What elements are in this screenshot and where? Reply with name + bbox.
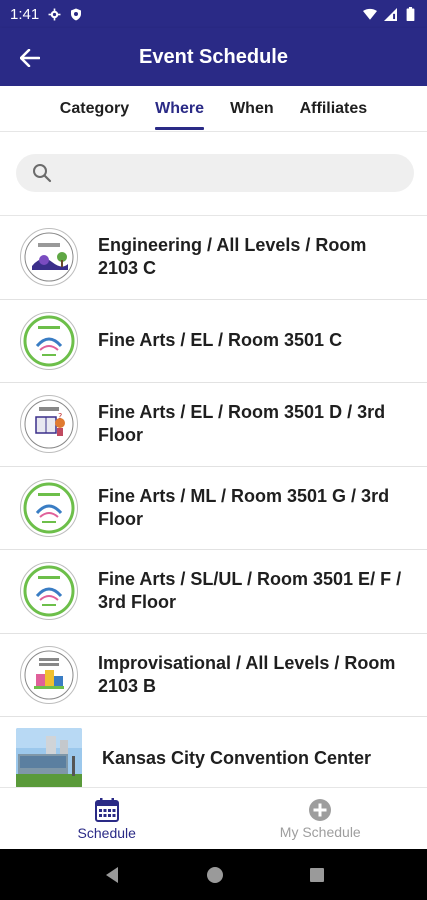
flip-the-script-badge-icon xyxy=(20,478,78,537)
system-home-icon[interactable] xyxy=(206,866,224,884)
location-label: Improvisational / All Levels / Room 2103… xyxy=(98,652,396,696)
location-label: Engineering / All Levels / Room 2103 C xyxy=(98,235,367,279)
system-back-icon[interactable] xyxy=(103,866,121,884)
tab-where[interactable]: Where xyxy=(142,86,217,132)
location-label: Fine Arts / EL / Room 3501 D / 3rd Floor xyxy=(98,402,386,446)
list-item[interactable]: Fine Arts / ML / Room 3501 G / 3rd Floor xyxy=(0,467,427,550)
battery-icon xyxy=(403,7,417,21)
list-item[interactable]: Engineering / All Levels / Room 2103 C xyxy=(0,216,427,300)
tab-affiliates[interactable]: Affiliates xyxy=(287,86,381,132)
nav-schedule-label: Schedule xyxy=(77,824,136,841)
location-label: Fine Arts / EL / Room 3501 C xyxy=(98,330,343,351)
wifi-icon xyxy=(363,7,377,21)
nav-my-schedule[interactable]: My Schedule xyxy=(214,788,427,849)
arrow-back-icon xyxy=(20,49,40,67)
list-item[interactable]: ? Fine Arts / EL / Room 3501 D / 3rd Flo… xyxy=(0,383,427,467)
status-time: 1:41 xyxy=(10,5,40,23)
add-circle-icon xyxy=(309,798,332,821)
convention-center-photo xyxy=(16,728,82,787)
back-button[interactable] xyxy=(14,42,46,74)
list-item[interactable]: Fine Arts / SL/UL / Room 3501 E/ F / 3rd… xyxy=(0,550,427,634)
roll-with-it-badge-icon xyxy=(20,228,78,287)
location-list: Engineering / All Levels / Room 2103 C F… xyxy=(0,215,427,787)
calendar-icon xyxy=(94,797,119,822)
system-nav-bar xyxy=(0,849,427,900)
list-item[interactable]: Improvisational / All Levels / Room 2103… xyxy=(0,634,427,717)
filter-tabs: Category Where When Affiliates xyxy=(0,86,427,132)
list-item[interactable]: Fine Arts / EL / Room 3501 C xyxy=(0,300,427,383)
bottom-nav: Schedule My Schedule xyxy=(0,787,427,849)
location-label: Fine Arts / SL/UL / Room 3501 E/ F / 3rd… xyxy=(98,569,402,613)
tricky-tales-badge-icon: ? xyxy=(20,395,78,454)
nav-my-schedule-label: My Schedule xyxy=(279,823,361,840)
system-recents-icon[interactable] xyxy=(309,867,325,883)
flip-the-script-badge-icon xyxy=(20,562,78,621)
svg-text:?: ? xyxy=(58,412,62,421)
location-label: Fine Arts / ML / Room 3501 G / 3rd Floor xyxy=(98,485,390,529)
list-item[interactable]: Kansas City Convention Center xyxy=(0,717,427,787)
flip-the-script-badge-icon xyxy=(20,311,78,370)
search-bar[interactable] xyxy=(16,154,414,192)
tab-when[interactable]: When xyxy=(217,86,287,132)
tab-category[interactable]: Category xyxy=(47,86,142,132)
shield-icon xyxy=(69,7,83,21)
location-label: Kansas City Convention Center xyxy=(102,747,372,768)
festival-frenzy-badge-icon xyxy=(20,645,78,704)
app-bar: Event Schedule xyxy=(0,28,427,86)
search-input[interactable] xyxy=(62,164,382,182)
status-bar: 1:41 xyxy=(0,0,427,28)
cell-signal-icon xyxy=(383,7,397,21)
page-title: Event Schedule xyxy=(139,45,288,68)
search-icon xyxy=(33,164,52,183)
settings-gear-icon xyxy=(47,7,61,21)
nav-schedule[interactable]: Schedule xyxy=(0,788,214,849)
